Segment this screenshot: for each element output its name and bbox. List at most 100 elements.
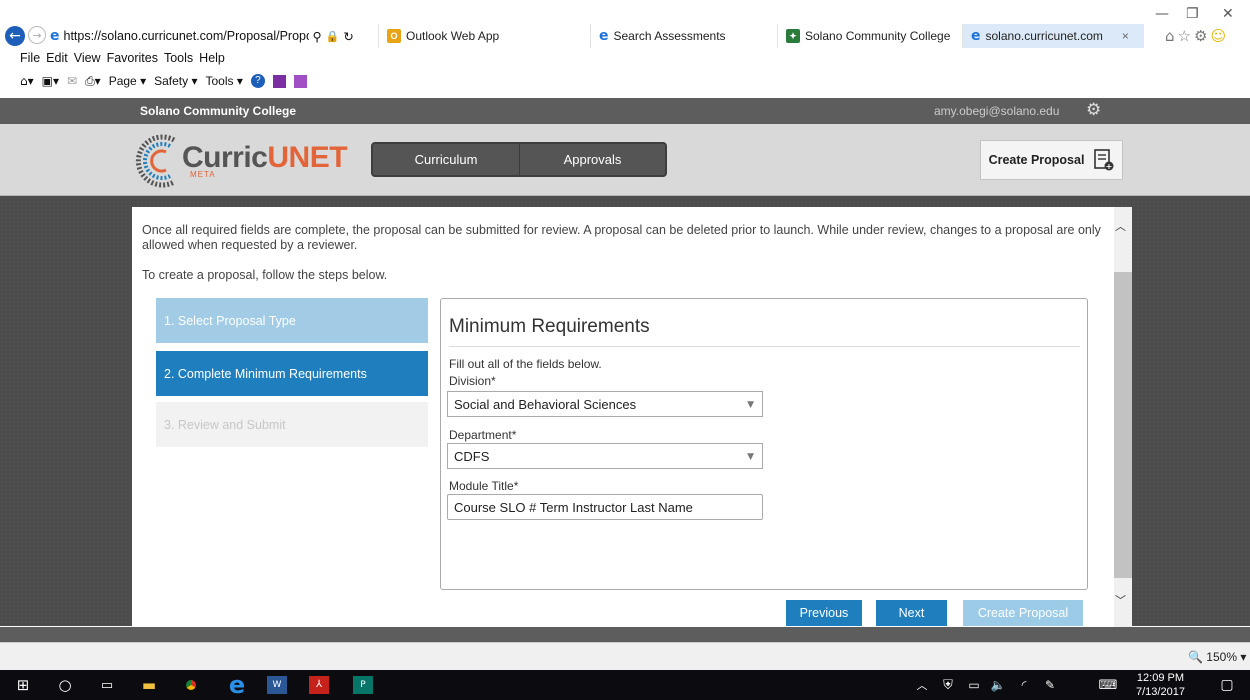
menu-tools[interactable]: Tools [164, 51, 193, 65]
safety-menu[interactable]: Safety ▾ [154, 74, 197, 88]
site-footer-strip [0, 627, 1250, 642]
nav-approvals[interactable]: Approvals [519, 144, 665, 175]
module-title-input[interactable]: Course SLO # Term Instructor Last Name [447, 494, 763, 520]
notifications-icon[interactable]: ▢ [1214, 670, 1240, 700]
college-name: Solano Community College [140, 104, 297, 118]
windows-start-icon[interactable]: ⊞ [10, 670, 36, 700]
curricunet-logo-icon [135, 134, 176, 188]
menu-edit[interactable]: Edit [46, 51, 68, 65]
nav-curriculum[interactable]: Curriculum [373, 144, 519, 175]
lock-icon: 🔒 [325, 29, 340, 43]
tab-label: Outlook Web App [406, 29, 500, 43]
menu-help[interactable]: Help [199, 51, 225, 65]
keyboard-icon[interactable]: ⌨ [1096, 670, 1120, 700]
chrome-icon[interactable] [178, 670, 204, 700]
step-complete-min-requirements[interactable]: 2. Complete Minimum Requirements [156, 351, 428, 396]
previous-button[interactable]: Previous [786, 600, 862, 626]
smiley-icon[interactable]: ☺ [1210, 27, 1229, 45]
feeds-icon[interactable]: ▣▾ [42, 74, 59, 88]
tab-outlook[interactable]: O Outlook Web App [378, 24, 588, 48]
clock-date: 7/13/2017 [1136, 686, 1185, 698]
onenote-send-icon[interactable] [293, 74, 307, 88]
scrollbar-thumb[interactable] [1114, 272, 1132, 578]
ie-icon: e [599, 28, 609, 44]
menu-bar: File Edit View Favorites Tools Help [0, 48, 1250, 68]
panel-title: Minimum Requirements [449, 316, 650, 337]
forward-button[interactable]: → [28, 26, 46, 44]
command-bar: ⌂▾ ▣▾ ✉ ⎙▾ Page ▾ Safety ▾ Tools ▾ ? [0, 70, 1250, 92]
zoom-value: 150% [1206, 650, 1237, 664]
department-value: CDFS [454, 448, 490, 464]
forward-arrow-icon: → [32, 28, 42, 42]
steps-intro: To create a proposal, follow the steps b… [142, 268, 388, 282]
volume-icon[interactable]: 🔈 [988, 670, 1008, 700]
home-icon[interactable]: ⌂▾ [20, 74, 34, 88]
restore-button[interactable]: ❐ [1186, 6, 1199, 22]
main-nav: Curriculum Approvals [371, 142, 667, 177]
mail-icon[interactable]: ✉ [67, 74, 77, 88]
wifi-icon[interactable]: ◜ [1014, 670, 1034, 700]
taskbar-clock[interactable]: 12:09 PM 7/13/2017 [1136, 671, 1185, 699]
battery-icon[interactable]: ▭ [964, 670, 984, 700]
department-label: Department* [449, 428, 517, 442]
ie-icon: e [50, 28, 60, 44]
outlook-icon: O [387, 29, 401, 43]
chevron-down-icon: ▼ [747, 400, 754, 410]
svg-text:+: + [1106, 162, 1113, 171]
zoom-level[interactable]: 🔍 150% ▾ [1188, 650, 1246, 664]
step-review-submit: 3. Review and Submit [156, 402, 428, 447]
file-explorer-icon[interactable]: ▬ [136, 670, 162, 700]
tab-search-assessments[interactable]: e Search Assessments [590, 24, 775, 48]
cortana-search-icon[interactable]: ○ [52, 670, 78, 700]
help-icon[interactable]: ? [250, 74, 265, 88]
close-tab-icon[interactable]: × [1122, 29, 1129, 43]
department-select[interactable]: CDFS ▼ [447, 443, 763, 469]
word-icon[interactable]: W [264, 670, 290, 700]
refresh-icon[interactable]: ↻ [343, 29, 353, 44]
task-view-icon[interactable]: ▭ [94, 670, 120, 700]
internet-explorer-icon[interactable]: e [222, 670, 252, 700]
intro-text: Once all required fields are complete, t… [142, 223, 1101, 252]
menu-file[interactable]: File [20, 51, 40, 65]
print-icon[interactable]: ⎙▾ [85, 74, 101, 89]
page-menu[interactable]: Page ▾ [109, 74, 146, 88]
menu-view[interactable]: View [74, 51, 101, 65]
onenote-icon[interactable] [272, 74, 286, 88]
clock-time: 12:09 PM [1136, 672, 1185, 684]
tab-curricunet[interactable]: e solano.curricunet.com × [962, 24, 1144, 48]
division-select[interactable]: Social and Behavioral Sciences ▼ [447, 391, 763, 417]
user-email[interactable]: amy.obegi@solano.edu [934, 104, 1059, 118]
menu-favorites[interactable]: Favorites [107, 51, 158, 65]
scroll-down-icon[interactable]: ﹀ [1115, 592, 1126, 608]
toolbar-icons: ⌂☆⚙☺ [1165, 27, 1229, 45]
address-url[interactable]: https://solano.curricunet.com/Proposal/P… [64, 29, 309, 43]
solano-icon: ✦ [786, 29, 800, 43]
security-icon[interactable]: ⛨ [938, 670, 958, 700]
back-button[interactable]: ← [5, 26, 25, 46]
publisher-icon[interactable]: P [350, 670, 376, 700]
new-document-icon: + [1094, 149, 1114, 171]
logo-meta: META [190, 170, 216, 179]
step-select-proposal-type[interactable]: 1. Select Proposal Type [156, 298, 428, 343]
settings-gear-icon[interactable]: ⚙ [1086, 100, 1101, 120]
create-proposal-header-button[interactable]: Create Proposal + [980, 140, 1123, 180]
minimize-button[interactable]: — [1155, 6, 1169, 22]
module-title-label: Module Title* [449, 479, 519, 493]
chevron-down-icon: ▼ [747, 452, 754, 462]
browser-status-bar [0, 642, 1250, 670]
tab-solano-college[interactable]: ✦ Solano Community College [777, 24, 960, 48]
settings-gear-icon[interactable]: ⚙ [1194, 27, 1210, 45]
scroll-up-icon[interactable]: ︿ [1115, 218, 1126, 234]
favorites-star-icon[interactable]: ☆ [1178, 27, 1194, 45]
address-bar[interactable]: e https://solano.curricunet.com/Proposal… [50, 24, 375, 48]
acrobat-icon[interactable]: ⅄ [306, 670, 332, 700]
pen-icon[interactable]: ✎ [1040, 670, 1060, 700]
search-icon[interactable]: ⚲ [313, 29, 322, 44]
back-arrow-icon: ← [9, 28, 21, 44]
home-icon[interactable]: ⌂ [1165, 27, 1178, 45]
tab-label: Search Assessments [613, 29, 726, 43]
close-window-button[interactable]: ✕ [1222, 6, 1234, 22]
show-hidden-icons[interactable]: ︿ [912, 670, 932, 700]
tools-menu[interactable]: Tools ▾ [205, 74, 242, 88]
next-button[interactable]: Next [876, 600, 947, 626]
